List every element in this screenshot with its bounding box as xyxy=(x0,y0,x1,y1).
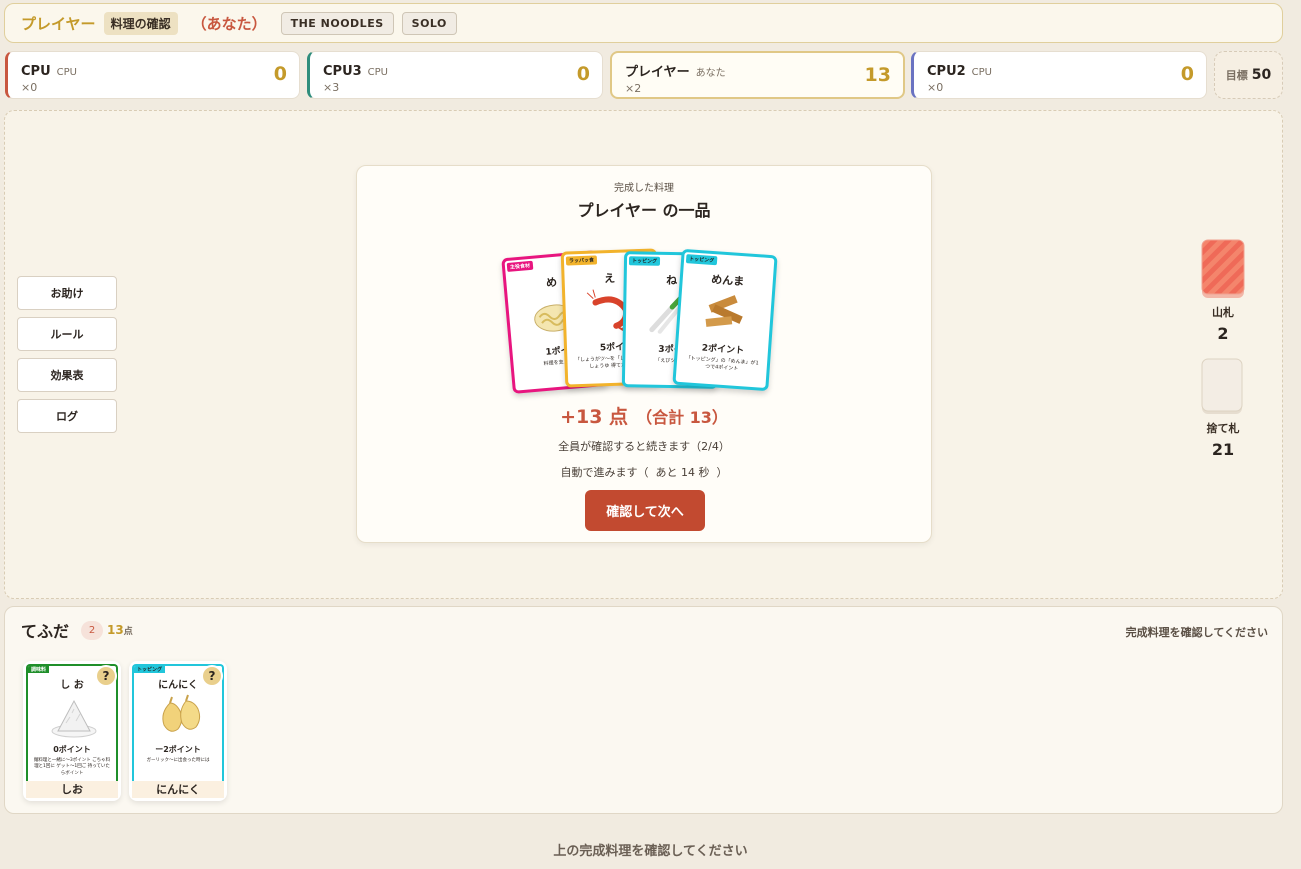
bamboo-shoot-icon xyxy=(705,295,743,327)
seat-score: 0 xyxy=(273,63,287,85)
seat-dish-count: ×0 xyxy=(21,81,38,94)
seat-role: あなた xyxy=(695,68,726,79)
card-info-icon[interactable]: ? xyxy=(95,665,117,687)
deck-mode-tag: THE NOODLES xyxy=(280,11,394,35)
card-category: ラッパッ食 xyxy=(565,255,598,266)
seat-cpu2: CPU2 CPU ×0 0 xyxy=(911,51,1207,99)
dish-total: （合計 13） xyxy=(636,408,728,427)
effects-table-button[interactable]: 効果表 xyxy=(17,358,117,392)
card-name: めんま xyxy=(710,272,745,289)
seat-dish-count: ×3 xyxy=(323,81,340,94)
top-bar: プレイヤー 料理の確認 （あなた） THE NOODLES SOLO xyxy=(4,3,1283,43)
card-label: にんにく xyxy=(132,781,224,798)
card-category: 主役食材 xyxy=(506,260,534,272)
card-back-icon xyxy=(1201,239,1245,298)
hand-points: 13点 xyxy=(107,623,133,637)
hand-card-salt[interactable]: 調味料 し お 0ポイント 麺料理と一緒に～3ポイント ごちゃ料理と1回に ゲッ… xyxy=(23,661,121,801)
card-category: トッピング xyxy=(628,256,661,266)
footer-instruction: 上の完成料理を確認してください xyxy=(553,844,748,859)
dish-points: +13 点 xyxy=(560,406,629,428)
confirm-wait-text: 全員が確認すると続きます（2/4） xyxy=(558,440,730,453)
hand-status-message: 完成料理を確認してください xyxy=(1125,626,1268,639)
hand-card-garlic[interactable]: トッピング にんにく ー2ポイント ガーリック～に出会った時には ? にんにく xyxy=(129,661,227,801)
goal-value: 50 xyxy=(1251,67,1272,83)
deck-count: 2 xyxy=(1217,324,1229,343)
hand-points-unit: 点 xyxy=(123,627,133,637)
card-description: ガーリック～に出会った時には xyxy=(146,758,210,763)
discard-pile[interactable]: 捨て札 21 xyxy=(1199,358,1247,459)
card-category: トッピング xyxy=(134,666,166,673)
phase-badge: 料理の確認 xyxy=(103,11,178,35)
card-description: 麺料理と一緒に～3ポイント ごちゃ料理と1回に ゲット～1回ご 持っていたらボイ… xyxy=(33,758,111,776)
seat-role: CPU xyxy=(367,67,389,78)
deck-pile[interactable]: 山札 2 xyxy=(1199,238,1247,343)
dish-panel-title: プレイヤー の一品 xyxy=(577,201,711,220)
discard-count: 21 xyxy=(1211,440,1235,459)
seat-player: プレイヤー あなた ×2 13 xyxy=(610,51,905,99)
hand-points-value: 13 xyxy=(107,623,124,637)
confirm-next-button[interactable]: 確認して次へ xyxy=(585,490,705,531)
auto-advance-text: 自動で進みます（ あと 14 秒 ） xyxy=(357,463,931,481)
salt-icon xyxy=(51,699,97,738)
seat-score: 0 xyxy=(576,63,590,85)
card-points: 0ポイント xyxy=(53,745,91,754)
seat-score: 13 xyxy=(864,64,891,86)
discard-card-icon xyxy=(1201,358,1243,414)
garlic-icon xyxy=(162,694,201,732)
seat-name: CPU3 xyxy=(323,64,362,79)
goal-label: 目標 xyxy=(1225,69,1248,82)
countdown: あと 14 秒 xyxy=(655,466,710,479)
card-info-icon[interactable]: ? xyxy=(201,665,223,687)
card-category: 調味料 xyxy=(28,666,50,673)
auto-advance-suffix: ） xyxy=(716,466,728,479)
seat-cpu: CPU CPU ×0 0 xyxy=(5,51,300,99)
seat-name: プレイヤー xyxy=(625,65,690,80)
seat-name: CPU2 xyxy=(927,64,966,79)
discard-label: 捨て札 xyxy=(1206,422,1240,435)
dish-score: +13 点 （合計 13） xyxy=(357,402,931,429)
completed-dish-panel: 完成した料理 プレイヤー の一品 主役食材 め 1ポイ 料理を支える ラッパッ食… xyxy=(356,165,932,543)
hand-count-badge: 2 xyxy=(81,621,103,640)
seat-role: CPU xyxy=(56,67,77,78)
log-button[interactable]: ログ xyxy=(17,399,117,433)
seat-dish-count: ×0 xyxy=(927,81,944,94)
game-mode-tag: SOLO xyxy=(401,11,457,35)
card-points: ー2ポイント xyxy=(155,745,201,754)
you-indicator: （あなた） xyxy=(191,14,267,33)
auto-advance-prefix: 自動で進みます（ xyxy=(560,466,649,479)
seat-cpu3: CPU3 CPU ×3 0 xyxy=(307,51,603,99)
card-category: トッピング xyxy=(685,254,718,266)
dish-card: トッピング めんま 2ポイント 「トッピング」の「めんま」が1つで4ポイント xyxy=(672,248,778,392)
seat-dish-count: ×2 xyxy=(625,82,642,95)
help-button[interactable]: お助け xyxy=(17,276,117,310)
hand-area: てふだ 2 13点 完成料理を確認してください 調味料 し お 0ポイント 麺料… xyxy=(4,606,1283,814)
seat-name: CPU xyxy=(21,64,51,79)
card-label: しお xyxy=(26,781,118,798)
hand-title: てふだ xyxy=(21,622,70,641)
seat-role: CPU xyxy=(971,67,993,78)
seat-score: 0 xyxy=(1180,63,1194,85)
dish-panel-label: 完成した料理 xyxy=(614,183,674,194)
card-description: 「トッピング」の「めんま」が1つで4ポイント xyxy=(685,355,759,373)
deck-label: 山札 xyxy=(1212,306,1234,319)
rules-button[interactable]: ルール xyxy=(17,317,117,351)
goal-badge: 目標 50 xyxy=(1214,51,1283,99)
current-player-name: プレイヤー xyxy=(21,14,96,33)
